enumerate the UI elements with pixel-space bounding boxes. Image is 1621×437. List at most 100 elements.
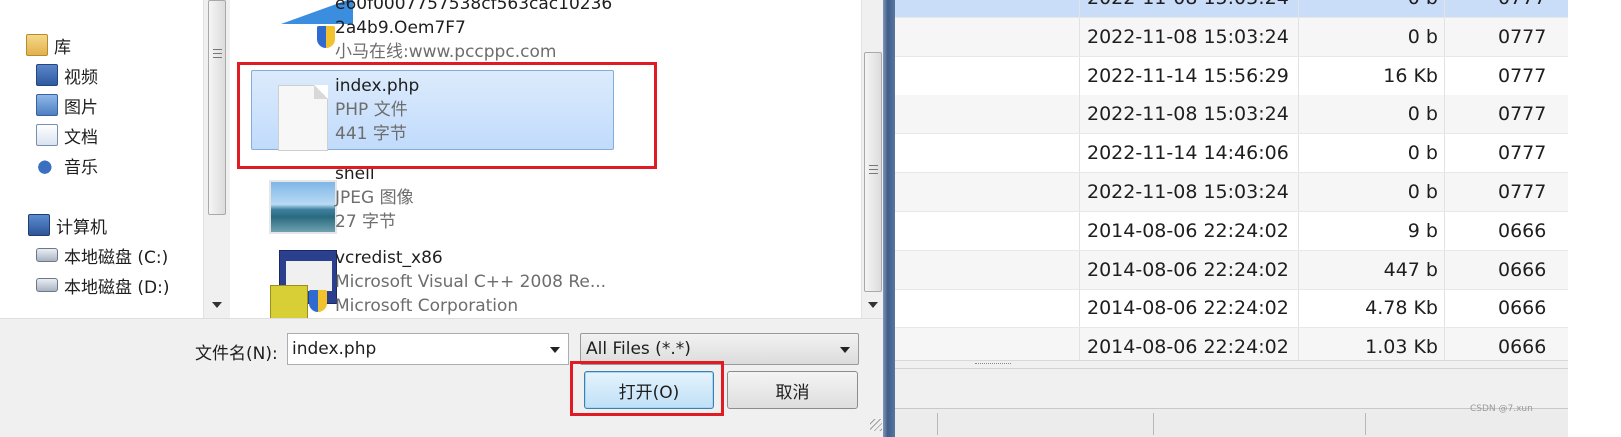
scroll-down-icon[interactable] — [212, 302, 222, 308]
size-cell: 0 b — [1300, 173, 1445, 211]
nav-item-music[interactable]: 音乐 — [36, 152, 98, 178]
date-cell: 2014-08-06 22:24:02 — [1081, 250, 1299, 289]
cancel-button[interactable]: 取消 — [727, 371, 858, 409]
nav-item-label: 图片 — [64, 97, 98, 118]
file-type: Microsoft Visual C++ 2008 Re... — [335, 272, 607, 292]
scrollbar-thumb[interactable] — [864, 52, 882, 292]
filename-input[interactable]: index.php — [287, 333, 569, 365]
name-cell — [895, 211, 1080, 250]
date-cell: 2014-08-06 22:24:02 — [1081, 289, 1299, 328]
file-name: e60f0007757538cf563cac10236 — [335, 0, 613, 14]
name-cell — [895, 95, 1080, 134]
highlight-box-open — [570, 361, 724, 416]
nav-item-pictures[interactable]: 图片 — [36, 92, 98, 118]
nav-item-label: 本地磁盘 (C:) — [64, 247, 169, 268]
date-cell: 2022-11-08 15:03:24 — [1081, 173, 1299, 211]
size-cell: 0 b — [1300, 17, 1445, 56]
size-cell: 16 Kb — [1300, 56, 1445, 95]
nav-item-computer[interactable]: 计算机 — [28, 212, 107, 238]
table-row[interactable]: 2022-11-08 15:03:240 b0777 — [895, 95, 1570, 135]
name-cell — [895, 17, 1080, 56]
table-row[interactable]: 2022-11-14 14:46:06 0 b 0777 — [895, 134, 1570, 174]
pictures-icon — [36, 94, 58, 116]
navigation-scrollbar[interactable] — [203, 0, 230, 318]
date-cell: 2022-11-08 15:03:24 — [1081, 0, 1299, 17]
name-cell — [895, 173, 1080, 211]
file-name: vcredist_x86 — [335, 248, 443, 268]
table-row[interactable]: 2022-11-14 15:56:29 16 Kb 0777 — [895, 56, 1570, 96]
grip-line — [869, 173, 878, 174]
status-bar — [895, 408, 1570, 437]
date-cell: 2022-11-08 15:03:24 — [1081, 17, 1299, 56]
size-cell: 0 b — [1300, 134, 1445, 173]
nav-item-documents[interactable]: 文档 — [36, 122, 98, 148]
table-row[interactable]: 2022-11-08 15:03:240 b0777 — [895, 0, 1570, 18]
chevron-down-icon[interactable] — [550, 347, 560, 353]
grip-line — [213, 49, 222, 50]
permission-cell: 0777 — [1498, 64, 1547, 87]
nav-item-label: 文档 — [64, 127, 98, 148]
permission-cell: 0777 — [1446, 0, 1570, 17]
file-detail: 小马在线:www.pccppc.com — [335, 42, 557, 62]
table-horizontal-scrollbar[interactable] — [895, 360, 1570, 368]
scroll-down-icon[interactable] — [868, 302, 878, 308]
drive-icon — [36, 278, 58, 292]
chevron-down-icon[interactable] — [840, 347, 850, 353]
filename-label: 文件名(N): — [195, 344, 278, 364]
nav-item-label: 本地磁盘 (D:) — [64, 277, 170, 298]
nav-item-drive-d[interactable]: 本地磁盘 (D:) — [36, 272, 170, 298]
nav-item-drive-c[interactable]: 本地磁盘 (C:) — [36, 242, 168, 268]
file-detail: 27 字节 — [335, 212, 397, 232]
file-type: JPEG 图像 — [335, 188, 414, 208]
grip-line — [975, 363, 1011, 365]
name-cell — [895, 250, 1080, 289]
remote-file-table: 2022-11-08 15:03:240 b07772022-11-08 15:… — [895, 0, 1570, 368]
nav-item-videos[interactable]: 视频 — [36, 62, 98, 88]
installer-icon — [261, 250, 337, 321]
library-icon — [26, 34, 48, 56]
permission-cell: 0666 — [1498, 258, 1547, 281]
name-cell — [895, 289, 1080, 328]
size-cell: 9 b — [1300, 211, 1445, 250]
table-row[interactable]: 2022-11-08 15:03:240 b0777 — [895, 173, 1570, 212]
jpeg-image-icon — [261, 166, 337, 234]
video-icon — [36, 64, 58, 86]
watermark: CSDN @7.xun — [1470, 404, 1533, 414]
date-cell: 2022-11-08 15:03:24 — [1081, 95, 1299, 134]
computer-icon — [28, 214, 50, 236]
nav-item-label: 计算机 — [56, 217, 107, 238]
grip-line — [869, 165, 878, 166]
table-row[interactable]: 2014-08-06 22:24:02 447 b 0666 — [895, 250, 1570, 290]
nav-item-label: 库 — [54, 37, 71, 58]
scrollbar-thumb[interactable] — [208, 0, 226, 215]
table-row[interactable]: 2014-08-06 22:24:02 4.78 Kb 0666 — [895, 289, 1570, 329]
page-margin — [1568, 0, 1621, 437]
name-cell — [895, 0, 1080, 17]
permission-cell: 0777 — [1498, 25, 1547, 48]
table-footer — [895, 368, 1570, 408]
setup-plane-icon — [261, 0, 353, 56]
name-cell — [895, 56, 1080, 95]
file-item[interactable]: shell JPEG 图像 27 字节 — [251, 158, 621, 242]
date-cell: 2022-11-14 15:56:29 — [1081, 56, 1299, 95]
file-list-scrollbar[interactable] — [861, 0, 883, 318]
nav-item-library[interactable]: 库 — [26, 32, 71, 58]
file-detail: Microsoft Corporation — [335, 296, 519, 316]
file-item[interactable]: vcredist_x86 Microsoft Visual C++ 2008 R… — [251, 242, 621, 326]
status-divider — [1365, 413, 1366, 435]
dialog-border — [883, 0, 895, 437]
date-cell: 2014-08-06 22:24:02 — [1081, 211, 1299, 250]
table-row[interactable]: 2014-08-06 22:24:02 9 b 0666 — [895, 211, 1570, 251]
nav-item-label: 音乐 — [64, 157, 98, 178]
permission-cell: 0666 — [1498, 297, 1547, 320]
status-divider — [937, 413, 938, 435]
size-cell: 0 b — [1300, 95, 1445, 134]
grip-line — [213, 57, 222, 58]
nav-item-label: 视频 — [64, 67, 98, 88]
grip-line — [869, 169, 878, 170]
screen: 库 视频 图片 文档 音乐 计算机 本地磁盘 (C:) 本地磁盘 (D:) e6… — [0, 0, 1621, 437]
table-row[interactable]: 2022-11-08 15:03:240 b 0777 — [895, 17, 1570, 57]
permission-cell: 0666 — [1498, 219, 1547, 242]
grip-line — [213, 53, 222, 54]
resize-grip-icon[interactable] — [870, 419, 882, 431]
